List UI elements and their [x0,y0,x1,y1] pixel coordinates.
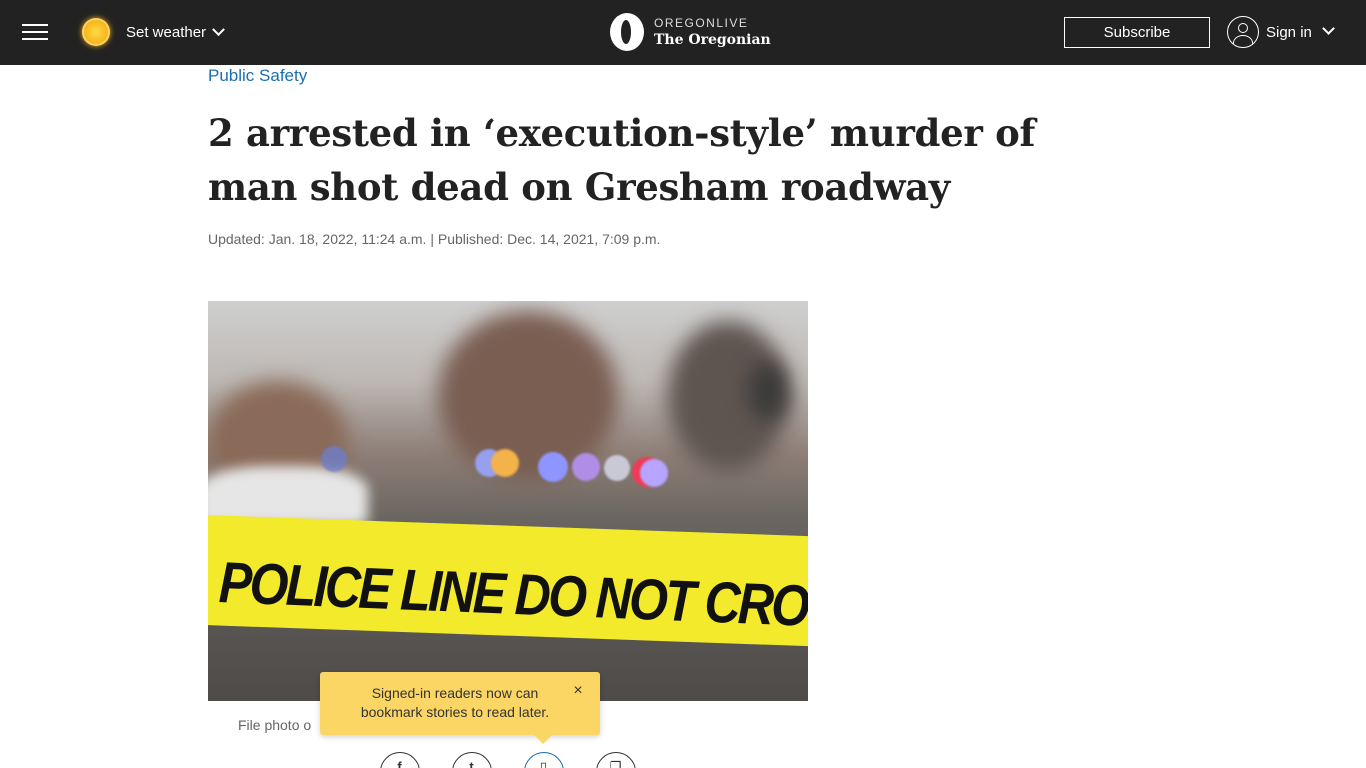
account-chevron-down-icon[interactable] [1322,22,1335,35]
chevron-down-icon [212,22,225,36]
top-bar: Set weather OREGONLIVE The Oregonian Sub… [0,0,1366,65]
logo-oregonlive-text: OREGONLIVE [654,16,749,30]
sign-in-button[interactable]: Sign in [1227,16,1312,48]
bookmark-icon: ▯ [539,759,548,768]
article-headline: 2 arrested in ‘execution-style’ murder o… [208,111,1036,209]
bookmark-tooltip: Signed-in readers now can bookmark stori… [320,672,600,744]
set-weather-label: Set weather [126,23,207,41]
user-icon [1227,16,1259,48]
set-weather-button[interactable]: Set weather [82,17,225,47]
facebook-share-button[interactable]: f [380,752,420,768]
close-icon[interactable]: × [571,683,585,699]
section-link[interactable]: Public Safety [208,66,307,86]
facebook-icon: f [397,759,402,768]
sign-in-label: Sign in [1266,23,1312,41]
article-photo[interactable]: POLICE LINE DO NOT CROSS [208,301,808,701]
twitter-icon: t [469,759,474,768]
bookmark-tooltip-text: Signed-in readers now can bookmark stori… [360,685,550,720]
copy-icon: ❐ [609,759,622,768]
subscribe-button[interactable]: Subscribe [1064,17,1210,48]
sun-icon [82,18,110,46]
bookmark-button[interactable]: ▯ [524,752,564,768]
oregonian-o-icon [610,13,644,51]
photo-caption: File photo o [238,717,312,733]
article-dateline: Updated: Jan. 18, 2022, 11:24 a.m. | Pub… [208,231,661,247]
twitter-share-button[interactable]: t [452,752,492,768]
site-logo[interactable]: OREGONLIVE The Oregonian [610,12,771,52]
logo-oregonian-text: The Oregonian [654,32,771,48]
copy-link-button[interactable]: ❐ [596,752,636,768]
menu-icon[interactable] [22,24,48,42]
